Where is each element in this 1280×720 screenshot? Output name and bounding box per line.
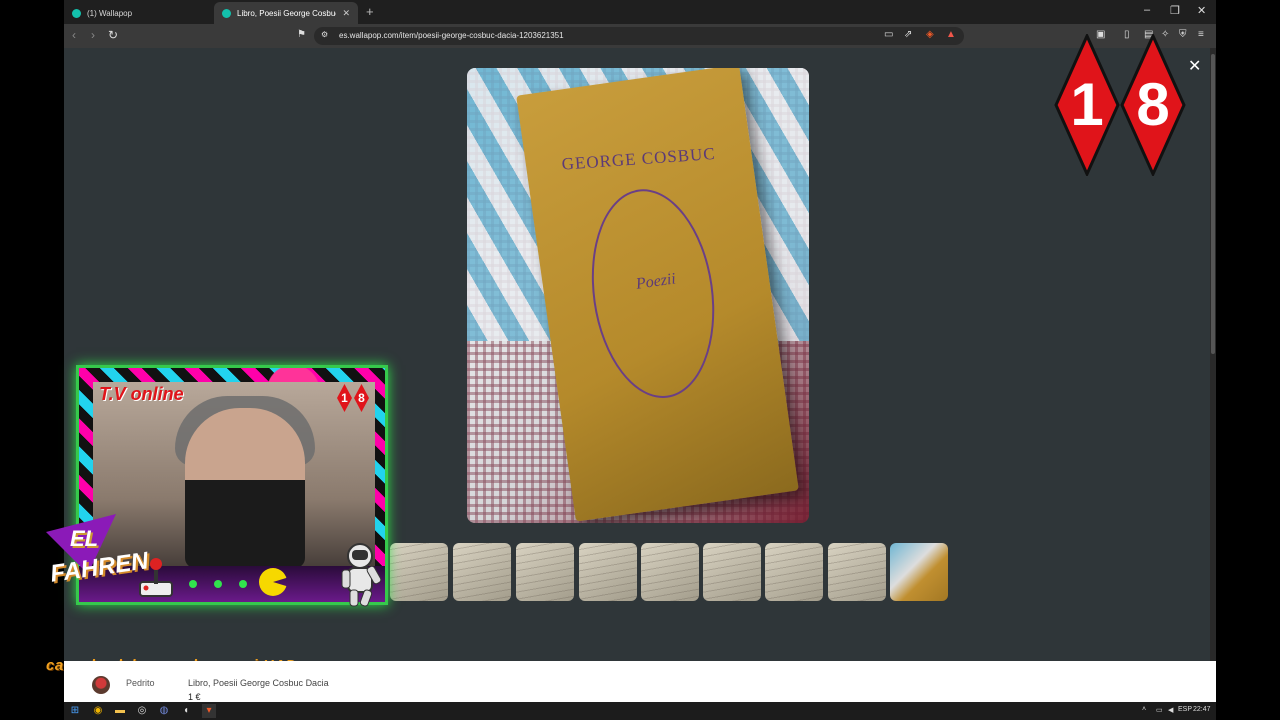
tab-wallapop[interactable]: (1) Wallapop bbox=[64, 2, 214, 24]
close-tab-icon[interactable]: ✕ bbox=[342, 8, 350, 19]
cast-icon[interactable]: ▭ bbox=[884, 29, 893, 40]
thumbnail-strip bbox=[390, 543, 950, 601]
site-settings-icon[interactable]: ⚙ bbox=[321, 30, 328, 39]
chrome-icon[interactable]: ◉ bbox=[91, 704, 105, 718]
thumbnail[interactable] bbox=[641, 543, 699, 601]
thumbnail[interactable] bbox=[453, 543, 511, 601]
tab-label: Libro, Poesii George Cosbuc Dacia bbox=[237, 8, 336, 18]
book-title: GEORGE COSBUC bbox=[561, 143, 717, 174]
maximize-icon[interactable]: ❐ bbox=[1170, 4, 1180, 17]
item-title: Libro, Poesii George Cosbuc Dacia bbox=[188, 678, 329, 688]
network-icon[interactable]: ▭ bbox=[1156, 706, 1163, 714]
age-badge-digit: 8 bbox=[1120, 32, 1186, 178]
pac-dot bbox=[189, 580, 197, 588]
logo-line1: EL bbox=[70, 526, 99, 551]
thumbnail[interactable] bbox=[579, 543, 637, 601]
reload-icon[interactable]: ↻ bbox=[108, 28, 118, 42]
start-icon[interactable]: ⊞ bbox=[68, 704, 82, 718]
thumbnail[interactable] bbox=[516, 543, 574, 601]
astronaut-icon bbox=[341, 543, 382, 607]
joystick-icon bbox=[139, 558, 173, 597]
menu-icon[interactable]: ≡ bbox=[1198, 29, 1204, 40]
age-badge-digit: 1 bbox=[1054, 32, 1120, 178]
tv-online-label: T.V online bbox=[99, 384, 184, 404]
thumbnail-selected[interactable] bbox=[890, 543, 948, 601]
scrollbar-thumb[interactable] bbox=[1211, 54, 1215, 354]
item-info-bar: Pedrito Libro, Poesii George Cosbuc Daci… bbox=[64, 661, 1216, 702]
language-indicator[interactable]: ESP bbox=[1178, 706, 1192, 713]
new-tab-icon[interactable]: + bbox=[366, 4, 374, 19]
thumbnail[interactable] bbox=[703, 543, 761, 601]
share-icon[interactable]: ⇗ bbox=[904, 29, 912, 40]
item-price: 1 € bbox=[188, 692, 201, 702]
audio-app-icon[interactable]: ◖ bbox=[179, 704, 193, 718]
thumbnail[interactable] bbox=[765, 543, 823, 601]
wallapop-favicon-icon bbox=[222, 8, 231, 18]
forward-icon[interactable]: › bbox=[91, 28, 95, 42]
back-icon[interactable]: ‹ bbox=[72, 28, 76, 42]
mini-age-badge: 18 bbox=[337, 384, 369, 412]
screen: (1) Wallapop Libro, Poesii George Cosbuc… bbox=[0, 0, 1280, 720]
pac-dot bbox=[239, 580, 247, 588]
minimize-icon[interactable]: – bbox=[1144, 4, 1150, 16]
url-text: es.wallapop.com/item/poesii-george-cosbu… bbox=[339, 31, 564, 40]
thumbnail[interactable] bbox=[390, 543, 448, 601]
avatar[interactable] bbox=[92, 676, 110, 694]
taskbar: ⊞ ◉ ▬ ◎ ◍ ◖ ▾ ˄ ▭ ◀ ESP 22:47 bbox=[64, 702, 1216, 720]
tab-label: (1) Wallapop bbox=[87, 8, 133, 18]
clock[interactable]: 22:47 bbox=[1193, 706, 1211, 713]
tab-bar: (1) Wallapop Libro, Poesii George Cosbuc… bbox=[64, 0, 1216, 24]
tab-item[interactable]: Libro, Poesii George Cosbuc Dacia ✕ bbox=[214, 2, 358, 24]
webcam-person bbox=[185, 408, 305, 568]
thumbnail[interactable] bbox=[828, 543, 886, 601]
tray-chevron-icon[interactable]: ˄ bbox=[1142, 706, 1146, 713]
discord-icon[interactable]: ◍ bbox=[157, 704, 171, 718]
wallapop-favicon-icon bbox=[72, 8, 81, 18]
rewards-icon[interactable]: ▲ bbox=[946, 29, 956, 40]
brave-icon[interactable]: ▾ bbox=[202, 704, 216, 718]
seller-name[interactable]: Pedrito bbox=[126, 678, 155, 688]
main-product-image[interactable]: GEORGE COSBUC Poezii bbox=[467, 68, 809, 523]
obs-icon[interactable]: ◎ bbox=[135, 704, 149, 718]
brave-shield-icon[interactable]: ◈ bbox=[926, 29, 934, 40]
close-window-icon[interactable]: ✕ bbox=[1197, 4, 1206, 17]
bookmark-icon[interactable]: ⚑ bbox=[297, 29, 306, 40]
logo-line2: FAHREN bbox=[48, 547, 151, 588]
file-explorer-icon[interactable]: ▬ bbox=[113, 704, 127, 718]
volume-icon[interactable]: ◀ bbox=[1168, 706, 1173, 714]
el-fahren-logo: EL FAHREN bbox=[40, 512, 190, 604]
toolbar: ‹ › ↻ ⚑ ⚙ es.wallapop.com/item/poesii-ge… bbox=[64, 24, 1216, 48]
pacman-icon bbox=[259, 568, 287, 596]
pac-dot bbox=[214, 580, 222, 588]
scrollbar[interactable] bbox=[1210, 48, 1216, 661]
close-viewer-icon[interactable]: ✕ bbox=[1188, 56, 1201, 76]
